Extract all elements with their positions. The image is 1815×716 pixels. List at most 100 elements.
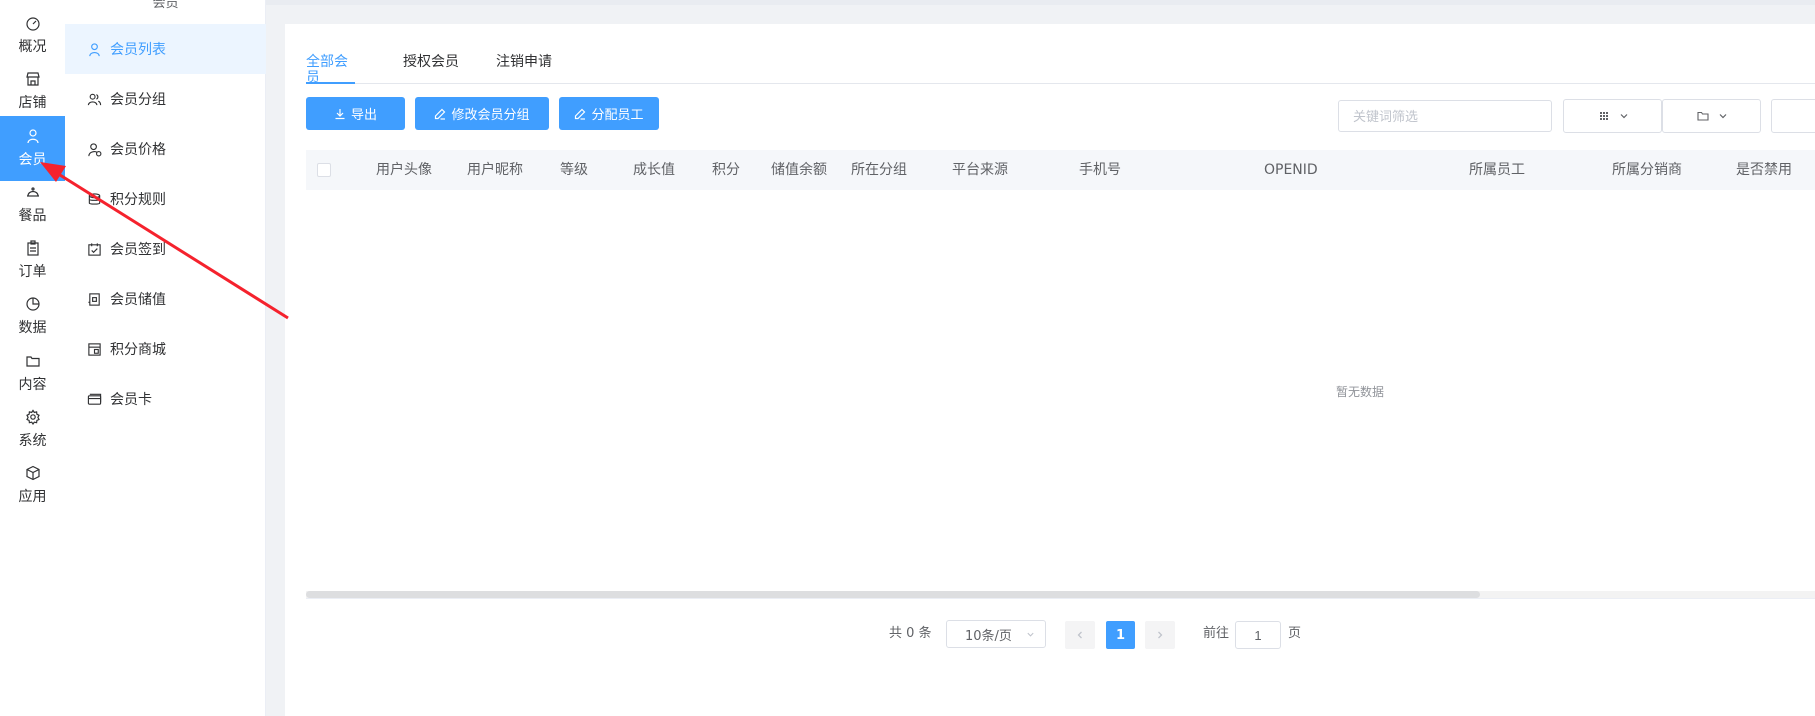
member-subnav: 会员 会员列表 会员分组 会员价格 积分规则 会员签到 会员储值 积分商城 会员…: [65, 0, 266, 716]
column-header: 用户头像: [376, 162, 432, 178]
goto-page-input[interactable]: [1235, 621, 1281, 649]
food-cover-icon: [26, 187, 39, 197]
column-header: 所属分销商: [1612, 162, 1682, 178]
goto-prefix: 前往: [1203, 626, 1230, 641]
column-header: 所在分组: [851, 162, 907, 178]
top-strip: [266, 0, 1815, 5]
edit-icon: [575, 108, 586, 120]
column-header: 是否禁用: [1736, 162, 1792, 178]
subnav-label: 会员签到: [110, 242, 166, 258]
subnav-label: 会员储值: [110, 292, 166, 308]
member-tabs: 全部会员 授权会员 注销申请: [306, 54, 1815, 86]
rail-label: 系统: [18, 433, 47, 449]
extra-filter-select[interactable]: [1771, 99, 1815, 133]
user-icon: [89, 42, 100, 56]
export-label: 导出: [350, 108, 377, 123]
rail-label: 餐品: [18, 208, 47, 224]
page-number-current[interactable]: 1: [1106, 621, 1135, 649]
rail-label: 订单: [18, 264, 47, 280]
shop-icon: [25, 72, 40, 86]
grid-icon: [1599, 112, 1608, 120]
member-list-panel: 全部会员 授权会员 注销申请 导出 修改会员分组 分配员工 关键词筛选 用户头像…: [285, 24, 1815, 716]
page-size-select[interactable]: 10条/页: [946, 620, 1046, 648]
scrollbar-thumb[interactable]: [306, 591, 1480, 598]
next-page-button[interactable]: [1145, 621, 1175, 649]
edit-member-group-button[interactable]: 修改会员分组: [415, 97, 549, 130]
tab-cancellation-requests[interactable]: 注销申请: [496, 54, 552, 84]
assign-staff-button[interactable]: 分配员工: [559, 97, 659, 130]
folder-icon: [25, 356, 40, 367]
column-header: 等级: [560, 162, 588, 178]
column-header: 平台来源: [952, 162, 1008, 178]
subnav-label: 积分规则: [110, 192, 166, 208]
rail-label: 概况: [18, 39, 47, 55]
column-header: 积分: [712, 162, 740, 178]
gear-icon: [25, 409, 40, 425]
app-root: 概况 店铺 会员 餐品 订单 数据 内容 系统 应用 会员 会员列表 会员分组 …: [0, 0, 1815, 716]
subnav-label: 会员价格: [110, 142, 166, 158]
folder-filter-select[interactable]: [1662, 99, 1761, 133]
column-header: 所属员工: [1469, 162, 1525, 178]
subnav-item-member-price[interactable]: 会员价格: [65, 124, 266, 174]
folder-icon: [1696, 111, 1709, 121]
rail-label: 会员: [18, 152, 47, 168]
rail-item-data[interactable]: 数据: [0, 284, 65, 349]
chevron-down-icon: [1719, 114, 1726, 119]
column-header: 成长值: [633, 162, 675, 178]
keyword-search-input[interactable]: [1338, 100, 1552, 132]
pie-chart-icon: [25, 297, 40, 311]
subnav-item-points-mall[interactable]: 积分商城: [65, 324, 266, 374]
subnav-item-member-deposit[interactable]: 会员储值: [65, 274, 266, 324]
edit-member-group-label: 修改会员分组: [451, 108, 530, 123]
chevron-left-icon: [1077, 631, 1082, 639]
store-icon: [88, 342, 101, 356]
subnav-title: 会员: [152, 0, 179, 11]
rail-label: 店铺: [18, 95, 47, 111]
card-icon: [87, 393, 102, 405]
subnav-label: 积分商城: [110, 342, 166, 358]
calendar-check-icon: [88, 242, 101, 256]
rail-item-apps[interactable]: 应用: [0, 453, 65, 518]
rail-label: 数据: [18, 320, 47, 336]
goto-suffix: 页: [1288, 626, 1302, 641]
subnav-item-points-rules[interactable]: 积分规则: [65, 174, 266, 224]
user-icon: [26, 129, 39, 144]
chevron-down-icon: [1027, 632, 1034, 637]
edit-icon: [435, 108, 446, 120]
chevron-right-icon: [1158, 631, 1163, 639]
subnav-label: 会员卡: [110, 392, 152, 408]
download-icon: [335, 108, 345, 119]
cube-icon: [25, 465, 40, 481]
table-bottom-divider: [306, 598, 1815, 599]
horizontal-scrollbar[interactable]: [306, 591, 1815, 598]
gauge-icon: [25, 17, 40, 31]
rail-label: 内容: [18, 377, 47, 393]
coins-icon: [88, 192, 101, 205]
export-button[interactable]: 导出: [306, 97, 405, 130]
users-icon: [87, 93, 102, 105]
subnav-label: 会员分组: [110, 92, 166, 108]
column-header: 用户昵称: [467, 162, 523, 178]
column-header: OPENID: [1264, 162, 1318, 178]
clipboard-icon: [26, 240, 39, 256]
subnav-item-member-group[interactable]: 会员分组: [65, 74, 266, 124]
user-price-icon: [88, 142, 102, 156]
column-display-select[interactable]: [1563, 99, 1662, 133]
subnav-item-member-list[interactable]: 会员列表: [65, 24, 266, 74]
subnav-item-member-checkin[interactable]: 会员签到: [65, 224, 266, 274]
subnav-item-member-card[interactable]: 会员卡: [65, 374, 266, 424]
rail-label: 应用: [18, 489, 47, 505]
select-all-checkbox[interactable]: [317, 163, 331, 177]
subnav-label: 会员列表: [110, 42, 166, 58]
tab-authorized-members[interactable]: 授权会员: [403, 54, 459, 84]
tab-all-members[interactable]: 全部会员: [306, 54, 355, 86]
rail-item-shop[interactable]: 店铺: [0, 59, 65, 124]
column-header: 手机号: [1079, 162, 1121, 178]
table-header: 用户头像 用户昵称 等级 成长值 积分 储值余额 所在分组 平台来源 手机号 O…: [306, 150, 1815, 190]
prev-page-button[interactable]: [1065, 621, 1095, 649]
wallet-icon: [88, 292, 100, 306]
chevron-down-icon: [1620, 114, 1627, 119]
assign-staff-label: 分配员工: [591, 108, 644, 123]
column-header: 储值余额: [771, 162, 827, 178]
empty-state-text: 暂无数据: [1336, 385, 1385, 399]
